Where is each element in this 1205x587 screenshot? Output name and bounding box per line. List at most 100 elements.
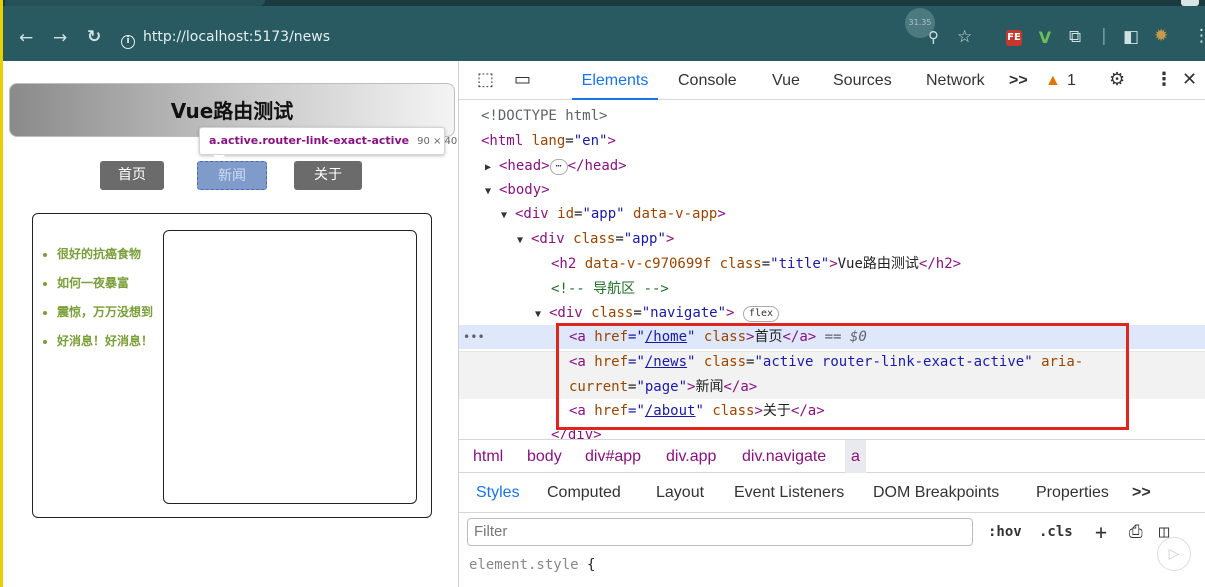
web-page: Vue路由测试 首页 新闻 关于 a.active.router-link-ex… xyxy=(3,61,459,587)
tab-dom-breakpoints[interactable]: DOM Breakpoints xyxy=(873,473,999,513)
collapse-arrow-icon[interactable]: ▼ xyxy=(485,180,499,204)
browser-toolbar: ← → ↻ i http://localhost:5173/news 31.35 … xyxy=(3,6,1205,61)
close-devtools-icon[interactable]: ✕ xyxy=(1182,70,1197,90)
dom-line-h2[interactable]: <h2 data-v-c970699f class="title">Vue路由测… xyxy=(551,252,961,276)
nav-news-link[interactable]: 新闻 xyxy=(197,161,267,190)
tab-console[interactable]: Console xyxy=(678,61,737,100)
news-item[interactable]: 好消息！好消息！ xyxy=(39,327,159,356)
flex-badge[interactable]: flex xyxy=(742,306,780,322)
dom-line-html[interactable]: <html lang="en"> xyxy=(481,129,616,153)
element-style-rule[interactable]: element.style { xyxy=(469,553,595,577)
tag: </h2> xyxy=(918,256,962,272)
profile-avatar-icon[interactable]: ✹ xyxy=(1154,28,1168,45)
tab-sources[interactable]: Sources xyxy=(833,61,892,100)
collapse-arrow-icon[interactable]: ▼ xyxy=(535,303,549,327)
warning-icon[interactable]: ▲ xyxy=(1045,61,1061,100)
more-tabs-button[interactable]: >> xyxy=(1009,61,1028,100)
tag: <body> xyxy=(499,182,550,198)
tab-event-listeners[interactable]: Event Listeners xyxy=(734,473,844,513)
attr-name: data-v-c970699f xyxy=(584,256,712,272)
device-toolbar-icon[interactable]: ▭ xyxy=(514,70,531,90)
attr-value: "app" xyxy=(582,206,625,222)
menu-kebab-icon[interactable]: ⋮ xyxy=(1193,28,1205,45)
news-item[interactable]: 很好的抗癌食物 xyxy=(39,240,159,269)
news-detail-panel xyxy=(163,230,417,504)
more-subtabs-button[interactable]: >> xyxy=(1132,473,1151,513)
bookmark-star-icon[interactable]: ☆ xyxy=(957,29,972,46)
dom-line-div-class-app[interactable]: ▼ <div class="app"> xyxy=(517,227,674,251)
vue-devtools-icon[interactable]: V xyxy=(1037,30,1053,46)
tab-elements[interactable]: Elements xyxy=(572,61,658,100)
collapse-arrow-icon[interactable]: ▼ xyxy=(501,204,515,228)
collapse-arrow-icon[interactable]: ▼ xyxy=(517,229,531,253)
tag: > xyxy=(665,231,675,247)
nav-about-link[interactable]: 关于 xyxy=(294,161,362,190)
styles-filter-input[interactable]: Filter xyxy=(467,518,973,546)
dom-line-navigate[interactable]: ▼ <div class="navigate"> flex xyxy=(535,301,780,327)
address-bar[interactable]: i http://localhost:5173/news xyxy=(121,24,341,50)
attr-name: lang xyxy=(531,133,566,149)
new-style-rule-icon[interactable]: + xyxy=(1095,519,1107,545)
tag: <div xyxy=(531,231,574,247)
devtools-panel: ⬚ ▭ Elements Console Vue Sources Network… xyxy=(459,61,1205,587)
cls-toggle[interactable]: .cls xyxy=(1039,519,1073,545)
devtools-tabbar: ⬚ ▭ Elements Console Vue Sources Network… xyxy=(459,61,1205,100)
site-info-icon[interactable]: i xyxy=(121,35,135,49)
expand-arrow-icon[interactable]: ▶ xyxy=(485,156,499,180)
styles-tabbar: Styles Computed Layout Event Listeners D… xyxy=(459,473,1205,513)
paint-brush-icon[interactable]: ⎙ xyxy=(1129,519,1143,545)
forward-icon[interactable]: → xyxy=(53,30,67,47)
settings-gear-icon[interactable]: ⚙ xyxy=(1109,70,1125,90)
back-icon[interactable]: ← xyxy=(19,30,33,47)
breadcrumb-div-navigate[interactable]: div.navigate xyxy=(742,440,826,473)
breadcrumb-div-class-app[interactable]: div.app xyxy=(666,440,716,473)
play-overlay-icon[interactable]: ▷ xyxy=(1157,537,1191,571)
attr-value: "navigate" xyxy=(641,305,727,321)
zoom-icon[interactable]: ⚲ xyxy=(928,30,939,45)
tab-vue[interactable]: Vue xyxy=(772,61,800,100)
tooltip-selector: a.active.router-link-exact-active xyxy=(209,134,410,147)
attr-value: "en" xyxy=(573,133,608,149)
news-list: 很好的抗癌食物 如何一夜暴富 震惊，万万没想到 好消息！好消息！ xyxy=(39,240,159,356)
tab-styles[interactable]: Styles xyxy=(476,473,520,513)
tag: > xyxy=(829,256,838,272)
news-item[interactable]: 震惊，万万没想到 xyxy=(39,298,159,327)
breadcrumb-a[interactable]: a xyxy=(845,440,866,473)
tag: > xyxy=(607,133,616,149)
hov-toggle[interactable]: :hov xyxy=(988,519,1022,545)
tab-network[interactable]: Network xyxy=(926,61,985,100)
devtools-menu-icon[interactable]: ⋮ xyxy=(1155,70,1173,90)
warning-count[interactable]: 1 xyxy=(1067,61,1076,100)
tab-properties[interactable]: Properties xyxy=(1036,473,1109,513)
fe-extension-icon[interactable]: FE xyxy=(1006,30,1022,46)
breadcrumb-html[interactable]: html xyxy=(473,440,503,473)
attr-name: class xyxy=(711,256,762,272)
collapsed-badge[interactable]: ⋯ xyxy=(549,159,568,175)
tag: > xyxy=(717,206,726,222)
url-text: http://localhost:5173/news xyxy=(143,29,331,45)
dom-line-head[interactable]: ▶ <head> ⋯ </head> xyxy=(485,154,627,178)
text-node: Vue路由测试 xyxy=(837,256,919,272)
node-actions-icon[interactable]: ••• xyxy=(463,325,485,349)
tag: <h2 xyxy=(551,256,585,272)
attr-value: "title" xyxy=(770,256,830,272)
breadcrumb-div-app[interactable]: div#app xyxy=(585,440,641,473)
tag: <html xyxy=(481,133,532,149)
dom-line-doctype[interactable]: <!DOCTYPE html> xyxy=(481,104,607,128)
inspect-tooltip: a.active.router-link-exact-active 90 × 40 xyxy=(199,127,457,161)
breadcrumb-body[interactable]: body xyxy=(527,440,562,473)
inspect-element-icon[interactable]: ⬚ xyxy=(477,70,494,90)
news-item[interactable]: 如何一夜暴富 xyxy=(39,269,159,298)
dom-line-body[interactable]: ▼ <body> xyxy=(485,178,550,202)
dom-line-div-app[interactable]: ▼ <div id="app" data-v-app> xyxy=(501,202,726,226)
extensions-puzzle-icon[interactable]: ⧉ xyxy=(1069,29,1081,46)
tag: > xyxy=(726,305,735,321)
tag: <head> xyxy=(499,158,550,174)
element-style-selector: element.style xyxy=(469,557,579,573)
reload-icon[interactable]: ↻ xyxy=(87,29,101,46)
nav-home-link[interactable]: 首页 xyxy=(100,161,164,190)
side-panel-icon[interactable]: ◧ xyxy=(1123,29,1139,46)
dom-line-comment[interactable]: <!-- 导航区 --> xyxy=(551,277,669,301)
tab-computed[interactable]: Computed xyxy=(547,473,621,513)
tab-layout[interactable]: Layout xyxy=(656,473,704,513)
